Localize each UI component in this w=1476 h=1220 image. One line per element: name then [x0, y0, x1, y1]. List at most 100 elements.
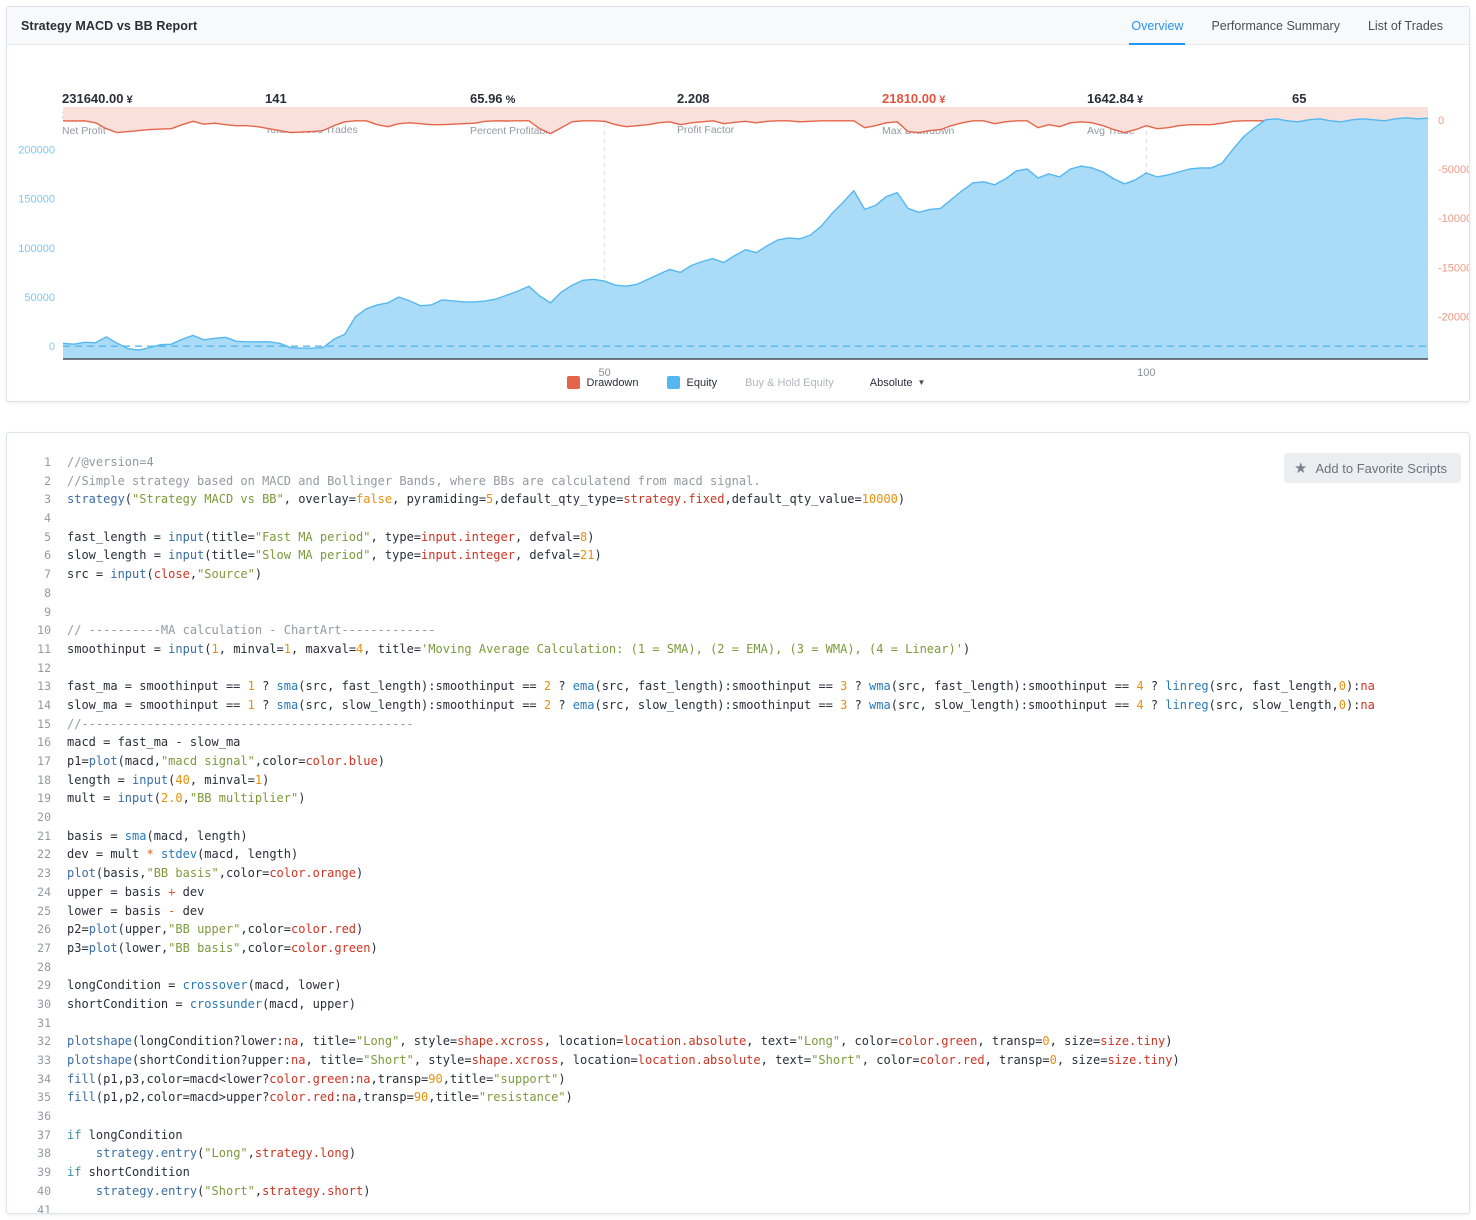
- report-page: Strategy MACD vs BB Report Overview Perfo…: [0, 0, 1476, 1220]
- line-number: 8: [44, 585, 51, 600]
- right-axis-tick-label: -150000: [1438, 262, 1469, 274]
- tab-list-of-trades[interactable]: List of Trades: [1354, 7, 1457, 45]
- code-line: 38 strategy.entry("Long",strategy.long): [7, 1144, 1469, 1163]
- code-token: 2.0: [160, 791, 183, 806]
- code-token: 0: [1049, 1053, 1057, 1067]
- code-token: ema: [572, 679, 595, 694]
- code-token: 40: [175, 772, 190, 787]
- code-line: 11 smoothinput = input(1, minval=1, maxva…: [7, 640, 1469, 659]
- legend-item-drawdown[interactable]: Drawdown: [566, 376, 639, 389]
- code-token: dev: [175, 903, 205, 918]
- add-to-favorite-scripts-button[interactable]: ★ Add to Favorite Scripts: [1284, 453, 1461, 483]
- left-axis-tick-label: 200000: [18, 144, 55, 156]
- code-token: , type=: [370, 548, 422, 563]
- line-number: 41: [37, 1202, 51, 1214]
- code-editor[interactable]: 1 //@version=4 2 //Simple strategy based on…: [7, 433, 1469, 1214]
- code-line: 6 slow_length = input(title="Slow MA peri…: [7, 546, 1469, 565]
- line-number: 33: [37, 1053, 51, 1067]
- line-number: 40: [37, 1183, 51, 1198]
- code-token: strategy.long: [254, 1146, 349, 1161]
- line-number: 24: [37, 884, 51, 899]
- tab-overview[interactable]: Overview: [1117, 7, 1197, 45]
- code-token: , style=: [399, 1034, 458, 1049]
- report-tabs: Overview Performance Summary List of Trade…: [1117, 7, 1457, 45]
- code-token: (macd,: [117, 754, 161, 768]
- code-token: , text=: [746, 1034, 797, 1049]
- code-token: "BB basis": [146, 866, 219, 881]
- code-token: //--------------------------------------…: [67, 716, 414, 731]
- strategy-report-panel: Strategy MACD vs BB Report Overview Perfo…: [6, 6, 1470, 402]
- equity-area: [63, 117, 1428, 359]
- code-token: (longCondition?lower:: [132, 1034, 284, 1049]
- code-token: (p1,p3,color=macd<lower?: [95, 1071, 270, 1086]
- line-number: 36: [37, 1109, 51, 1124]
- line-number: 25: [37, 903, 51, 918]
- code-token: ?: [1143, 679, 1166, 694]
- scale-mode-select[interactable]: Absolute ▼: [870, 377, 926, 389]
- code-token: "BB multiplier": [189, 791, 299, 806]
- code-token: (src, slow_length,: [1208, 697, 1339, 712]
- code-line: 16 macd = fast_ma - slow_ma: [7, 733, 1469, 752]
- code-token: ): [356, 866, 364, 881]
- line-number: 10: [37, 623, 51, 638]
- legend-swatch: [666, 376, 680, 389]
- right-axis-tick-label: 0: [1438, 115, 1444, 127]
- legend-swatch: [566, 376, 580, 389]
- line-number: 3: [44, 492, 51, 507]
- code-line: 39 if shortCondition: [7, 1163, 1469, 1182]
- code-token: input: [168, 529, 205, 544]
- code-token: fill: [67, 1071, 96, 1086]
- code-token: (shortCondition?upper:: [132, 1053, 291, 1067]
- code-line: 34 fill(p1,p3,color=macd<lower?color.gree…: [7, 1070, 1469, 1089]
- code-token: fill: [67, 1090, 96, 1105]
- left-axis-tick-label: 50000: [24, 292, 55, 304]
- code-line: 19 mult = input(2.0,"BB multiplier"): [7, 789, 1469, 808]
- code-token: (src, fast_length):smoothinput ==: [298, 679, 544, 694]
- code-token: , minval=: [218, 641, 284, 656]
- line-number: 11: [37, 641, 51, 656]
- code-token: close: [153, 567, 190, 582]
- code-token: stdev: [160, 847, 198, 862]
- code-token: input: [117, 791, 154, 806]
- code-line: 10 // ----------MA calculation - ChartArt…: [7, 621, 1469, 640]
- tab-performance-summary[interactable]: Performance Summary: [1197, 7, 1354, 45]
- code-line: 30 shortCondition = crossunder(macd, uppe…: [7, 995, 1469, 1014]
- code-token: strategy.entry: [95, 1183, 198, 1198]
- code-token: ,: [182, 791, 190, 806]
- code-token: , pyramiding=: [392, 492, 487, 507]
- code-token: (: [124, 492, 133, 507]
- code-token: linreg: [1165, 679, 1209, 694]
- code-token: slow_length =: [67, 548, 169, 563]
- code-token: ): [363, 1183, 371, 1198]
- code-token: fast_ma = smoothinput ==: [67, 679, 248, 694]
- code-line: 40 strategy.entry("Short",strategy.short…: [7, 1182, 1469, 1201]
- code-token: (src, slow_length):smoothinput ==: [594, 697, 841, 712]
- code-token: :: [334, 1090, 342, 1105]
- code-token: (title=: [204, 529, 255, 544]
- code-token: ?: [1143, 697, 1166, 712]
- legend-item-buy-hold-equity[interactable]: Buy & Hold Equity: [745, 377, 834, 389]
- code-line: 1 //@version=4: [7, 453, 1469, 472]
- code-token: "Short": [363, 1053, 414, 1067]
- code-token: ,title=: [428, 1090, 479, 1105]
- code-token: ,title=: [442, 1071, 494, 1086]
- tab-label: List of Trades: [1367, 19, 1443, 33]
- code-token: color.red: [269, 1090, 335, 1105]
- code-token: (: [153, 791, 161, 806]
- legend-item-equity[interactable]: Equity: [666, 376, 717, 389]
- code-token: ): [298, 791, 306, 806]
- code-token: , type=: [370, 529, 422, 544]
- code-token: (src, fast_length,: [1208, 679, 1339, 694]
- chevron-down-icon: ▼: [917, 378, 926, 387]
- code-token: ): [558, 1071, 566, 1086]
- code-line: 3 strategy("Strategy MACD vs BB", overlay…: [7, 490, 1469, 509]
- code-token: color.red: [919, 1053, 985, 1067]
- line-number: 6: [44, 548, 51, 563]
- line-number: 17: [37, 754, 51, 768]
- code-token: (src, slow_length):smoothinput ==: [890, 697, 1137, 712]
- code-token: na: [283, 1034, 299, 1049]
- code-token: ?: [847, 697, 870, 712]
- code-token: na: [290, 1053, 306, 1067]
